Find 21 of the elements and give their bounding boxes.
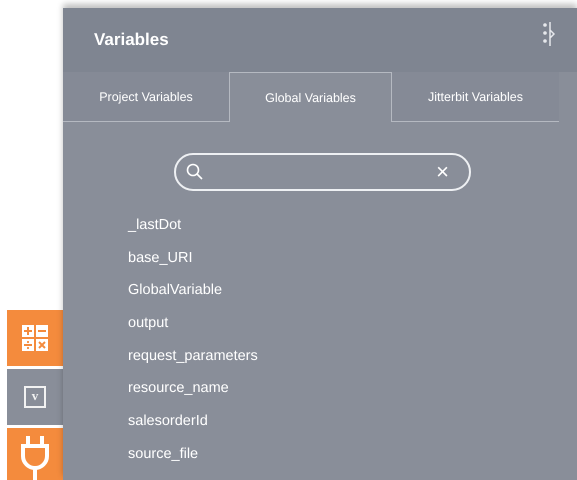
calculator-tool[interactable] xyxy=(7,310,63,366)
variable-tool[interactable]: v xyxy=(7,369,63,425)
variable-item[interactable]: salesorderId xyxy=(128,405,577,438)
search-icon xyxy=(186,163,204,181)
variable-item[interactable]: output xyxy=(128,307,577,340)
plug-tool[interactable] xyxy=(7,428,63,480)
search-field[interactable]: × xyxy=(174,153,471,191)
panel-title: Variables xyxy=(94,30,169,50)
tab[interactable]: Project Variables xyxy=(63,72,229,122)
clear-button[interactable]: × xyxy=(436,161,449,183)
collapse-icon[interactable] xyxy=(543,22,555,46)
variable-item[interactable]: resource_name xyxy=(128,372,577,406)
variable-item[interactable]: _lastDot xyxy=(128,209,577,242)
variable-item[interactable]: base_URI xyxy=(128,242,577,274)
variable-item[interactable]: source_file xyxy=(128,438,577,470)
calculator-icon xyxy=(22,325,48,351)
plug-icon xyxy=(20,434,50,480)
variable-item[interactable]: request_parameters xyxy=(128,340,577,372)
variable-item[interactable]: GlobalVariable xyxy=(128,274,577,308)
tab[interactable]: Global Variables xyxy=(229,72,392,122)
tab[interactable]: Jitterbit Variables xyxy=(392,72,559,122)
